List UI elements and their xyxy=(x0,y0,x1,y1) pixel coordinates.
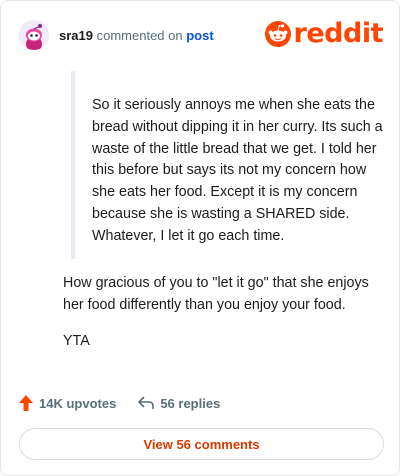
upvote-arrow-icon xyxy=(19,395,33,411)
comment-header: sra19 commented on post reddit xyxy=(19,18,384,51)
comment-card: sra19 commented on post reddit So it ser… xyxy=(0,0,400,476)
reply-button[interactable]: 56 replies xyxy=(138,396,220,411)
commented-on-label: commented on xyxy=(96,27,183,43)
quote-body: So it seriously annoys me when she eats … xyxy=(92,97,383,244)
snoo-avatar-icon xyxy=(19,20,49,50)
comment-actions: 14K upvotes 56 replies xyxy=(19,395,220,411)
reddit-snoo-icon xyxy=(264,21,291,47)
view-comments-button[interactable]: View 56 comments xyxy=(19,428,384,460)
reddit-wordmark: reddit xyxy=(293,18,384,49)
post-link[interactable]: post xyxy=(186,28,213,43)
reply-arrow-icon xyxy=(138,396,155,409)
upvote-count: 14K upvotes xyxy=(39,395,117,411)
reddit-logo[interactable]: reddit xyxy=(264,18,384,49)
avatar[interactable] xyxy=(19,20,49,50)
username-link[interactable]: sra19 xyxy=(59,28,93,43)
comment-paragraph: How gracious of you to "let it go" that … xyxy=(63,275,369,313)
comment-meta: sra19 commented on post xyxy=(59,28,214,43)
upvote-button[interactable]: 14K upvotes xyxy=(19,395,116,411)
quoted-text: So it seriously annoys me when she eats … xyxy=(71,71,383,259)
reply-count: 56 replies xyxy=(160,395,221,411)
comment-paragraph: YTA xyxy=(63,332,90,349)
comment-body: How gracious of you to "let it go" that … xyxy=(63,273,383,352)
